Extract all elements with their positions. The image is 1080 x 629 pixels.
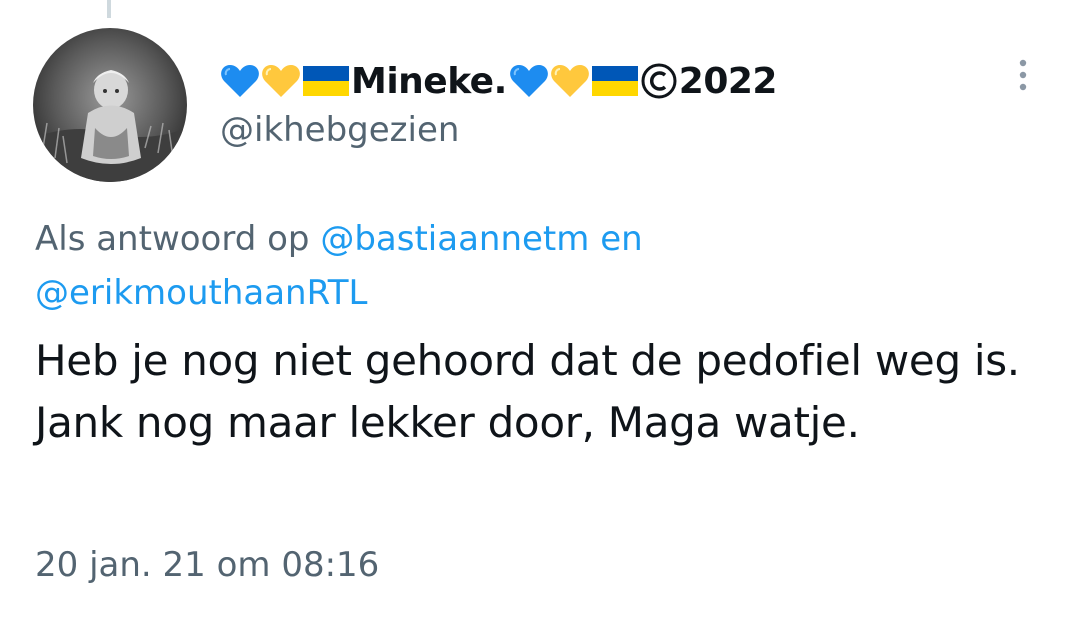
tweet-text: Heb je nog niet gehoord dat de pedofiel … [35,336,1020,447]
author-name-year: 2022 [678,60,778,102]
ukraine-flag-icon [303,66,349,96]
author-name-text: Mineke. [351,60,507,102]
reply-connector: en [600,219,643,259]
mention-link-bastiaannetm[interactable]: @bastiaannetm [320,219,589,259]
reply-prefix: Als antwoord op [35,219,310,259]
blue-heart-icon [220,63,260,99]
yellow-heart-icon [550,63,590,99]
more-options-button[interactable] [1008,55,1038,95]
author-display-name[interactable]: Mineke. 2022 [220,54,777,108]
mention-link-erikmouthaanrtl[interactable]: @erikmouthaanRTL [35,273,367,313]
blue-heart-icon [509,63,549,99]
yellow-heart-icon [261,63,301,99]
ukraine-flag-icon [591,66,638,96]
avatar[interactable] [33,28,187,182]
thread-connector-line [107,0,111,18]
more-vertical-icon [1019,59,1027,91]
tweet-timestamp[interactable]: 20 jan. 21 om 08:16 [35,545,379,585]
copyright-icon [640,62,678,100]
author-handle[interactable]: @ikhebgezien [220,110,459,150]
reply-context: Als antwoord op @bastiaannetm en @erikmo… [35,212,1045,320]
